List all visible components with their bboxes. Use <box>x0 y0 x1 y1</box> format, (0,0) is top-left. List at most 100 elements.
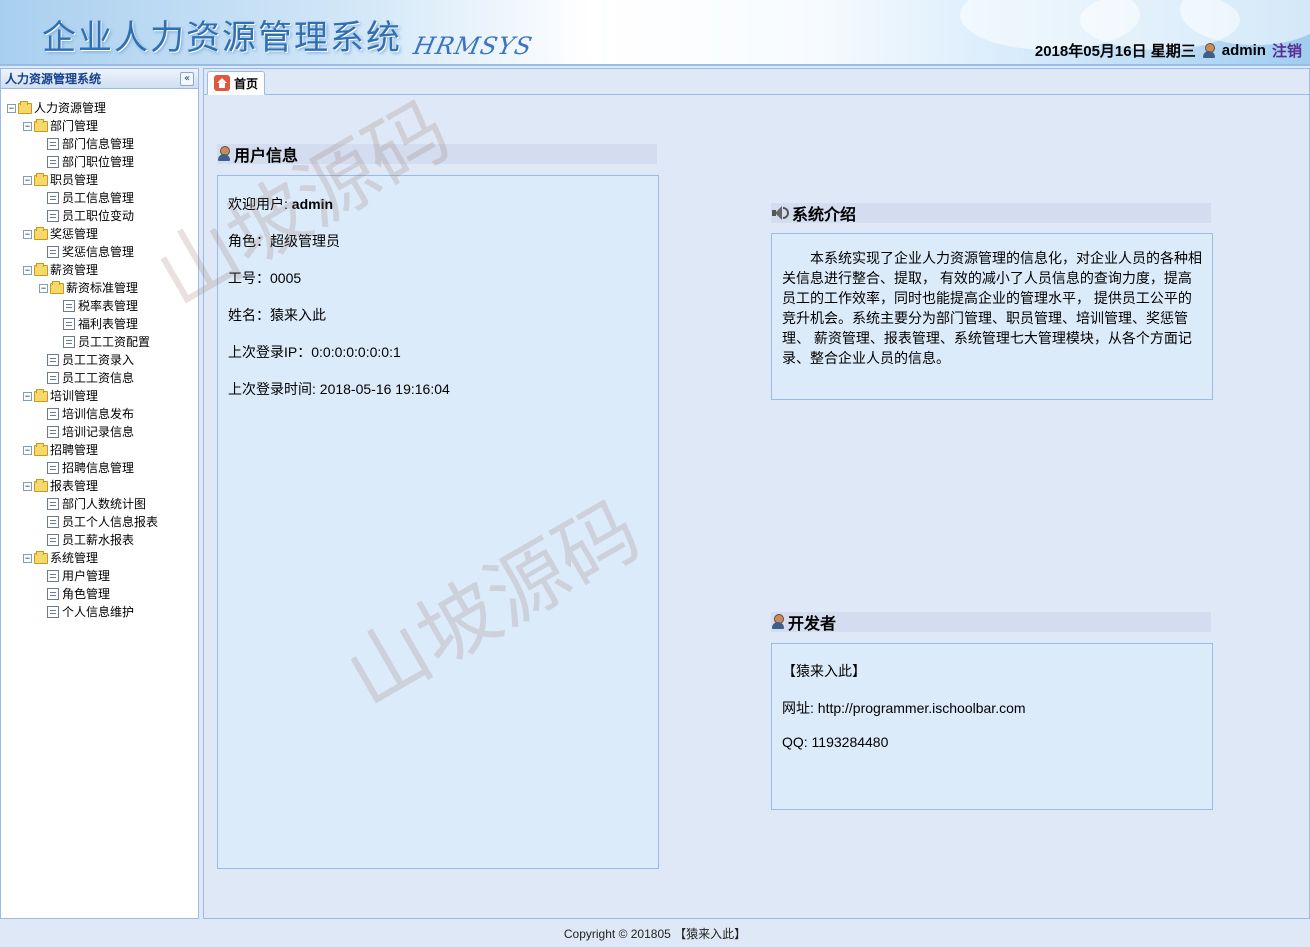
app-header: 企业人力资源管理系统 HRMSYS 2018年05月16日 星期三 admin … <box>0 0 1310 66</box>
tree-label: 部门信息管理 <box>62 137 135 151</box>
tree-item[interactable]: 福利表管理 <box>1 315 198 333</box>
tree-item[interactable]: 员工职位变动 <box>1 207 198 225</box>
page-icon <box>47 588 59 600</box>
tab-home[interactable]: 首页 <box>207 71 266 95</box>
tree-item[interactable]: 部门职位管理 <box>1 153 198 171</box>
welcome-row: 欢迎用户: admin <box>228 194 333 214</box>
tree-label: 培训记录信息 <box>62 425 135 439</box>
collapse-toggle-icon[interactable]: − <box>23 391 32 401</box>
page-icon <box>47 426 59 438</box>
double-chevron-left-icon[interactable]: « <box>180 71 194 86</box>
tree-item[interactable]: 税率表管理 <box>1 297 198 315</box>
tree-folder[interactable]: − 部门管理 <box>1 117 198 135</box>
logout-link[interactable]: 注销 <box>1272 40 1302 61</box>
tree-item[interactable]: 奖惩信息管理 <box>1 243 198 261</box>
tree-item[interactable]: 员工工资信息 <box>1 369 198 387</box>
tree-folder[interactable]: − 培训管理 <box>1 387 198 405</box>
user-info-panel: 欢迎用户: admin 角色：超级管理员 工号：0005 姓名：猿来入此 上次登… <box>217 175 659 869</box>
user-icon <box>771 614 785 630</box>
tree-folder[interactable]: − 系统管理 <box>1 549 198 567</box>
page-icon <box>47 516 59 528</box>
tree-label: 部门职位管理 <box>62 155 135 169</box>
collapse-toggle-icon[interactable]: − <box>7 103 16 113</box>
tree-folder[interactable]: − 招聘管理 <box>1 441 198 459</box>
tree-item[interactable]: 员工个人信息报表 <box>1 513 198 531</box>
collapse-toggle-icon[interactable]: − <box>23 121 32 131</box>
tree-label: 报表管理 <box>50 479 99 493</box>
tree-label: 员工工资配置 <box>78 335 151 349</box>
folder-open-icon <box>34 226 48 240</box>
tree-label: 个人信息维护 <box>62 605 135 619</box>
tree-item[interactable]: 员工工资配置 <box>1 333 198 351</box>
collapse-toggle-icon[interactable]: − <box>23 175 32 185</box>
tree-item[interactable]: 员工薪水报表 <box>1 531 198 549</box>
home-icon <box>214 75 230 91</box>
tree-label: 员工工资信息 <box>62 371 135 385</box>
tab-home-label: 首页 <box>234 76 259 91</box>
tree-folder[interactable]: − 职员管理 <box>1 171 198 189</box>
collapse-toggle-icon[interactable]: − <box>23 265 32 275</box>
folder-open-icon <box>18 100 32 114</box>
developer-website[interactable]: 网址: http://programmer.ischoolbar.com <box>782 698 1026 718</box>
user-icon <box>1202 42 1216 59</box>
tree-label: 人力资源管理 <box>34 101 107 115</box>
folder-open-icon <box>34 442 48 456</box>
developer-header: 开发者 <box>771 612 1211 633</box>
tree-item[interactable]: 个人信息维护 <box>1 603 198 621</box>
tree-item[interactable]: 员工信息管理 <box>1 189 198 207</box>
tab-bar: 首页 <box>204 69 1309 95</box>
current-date: 2018年05月16日 星期三 <box>1034 43 1196 60</box>
tree-folder[interactable]: − 报表管理 <box>1 477 198 495</box>
tree-label: 培训管理 <box>50 389 99 403</box>
current-username: admin <box>1221 42 1266 59</box>
user-info-header: 用户信息 <box>217 144 657 165</box>
tree-item[interactable]: 培训记录信息 <box>1 423 198 441</box>
page-icon <box>47 156 59 168</box>
tree-label: 福利表管理 <box>78 317 139 331</box>
tree-label: 招聘信息管理 <box>62 461 135 475</box>
page-icon <box>47 210 59 222</box>
collapse-toggle-icon[interactable]: − <box>23 553 32 563</box>
collapse-toggle-icon[interactable]: − <box>39 283 48 293</box>
tree-label: 奖惩管理 <box>50 227 99 241</box>
app-title: 企业人力资源管理系统 <box>42 18 402 58</box>
tree-item[interactable]: 培训信息发布 <box>1 405 198 423</box>
tree-item[interactable]: 部门人数统计图 <box>1 495 198 513</box>
folder-open-icon <box>50 280 64 294</box>
tree-label: 部门管理 <box>50 119 99 133</box>
page-icon <box>47 570 59 582</box>
collapse-toggle-icon[interactable]: − <box>23 445 32 455</box>
page-icon <box>47 138 59 150</box>
last-ip-text: 上次登录IP：0:0:0:0:0:0:0:1 <box>228 344 401 360</box>
tree-item[interactable]: 角色管理 <box>1 585 198 603</box>
welcome-username: admin <box>291 196 334 212</box>
collapse-toggle-icon[interactable]: − <box>23 229 32 239</box>
tree-item[interactable]: 用户管理 <box>1 567 198 585</box>
folder-open-icon <box>34 478 48 492</box>
tree-folder[interactable]: − 薪资管理 <box>1 261 198 279</box>
folder-open-icon <box>34 118 48 132</box>
user-icon <box>217 146 231 162</box>
tree-folder[interactable]: − 薪资标准管理 <box>1 279 198 297</box>
app-subtitle: HRMSYS <box>411 32 536 60</box>
collapse-toggle-icon[interactable]: − <box>23 481 32 491</box>
tree-label: 员工个人信息报表 <box>62 515 159 529</box>
tree-label: 部门人数统计图 <box>62 497 147 511</box>
folder-open-icon <box>34 172 48 186</box>
developer-panel: 【猿来入此】 网址: http://programmer.ischoolbar.… <box>771 643 1213 810</box>
page-icon <box>47 498 59 510</box>
tree-item[interactable]: 招聘信息管理 <box>1 459 198 477</box>
page-icon <box>63 318 75 330</box>
tree-label: 员工信息管理 <box>62 191 135 205</box>
page-icon <box>47 606 59 618</box>
tree-label: 税率表管理 <box>78 299 139 313</box>
tree-folder[interactable]: − 奖惩管理 <box>1 225 198 243</box>
tree-folder[interactable]: − 人力资源管理 <box>1 99 198 117</box>
sidebar: 人力资源管理系统 « − 人力资源管理 − 部门管理 部门信息管理 部门职位管理 − 职员管理… <box>0 68 199 919</box>
developer-title: 开发者 <box>788 616 837 633</box>
employee-id-text: 工号：0005 <box>228 270 302 286</box>
sidebar-header: 人力资源管理系统 « <box>1 69 198 89</box>
tree-item[interactable]: 部门信息管理 <box>1 135 198 153</box>
user-info-title: 用户信息 <box>234 148 299 165</box>
tree-item[interactable]: 员工工资录入 <box>1 351 198 369</box>
